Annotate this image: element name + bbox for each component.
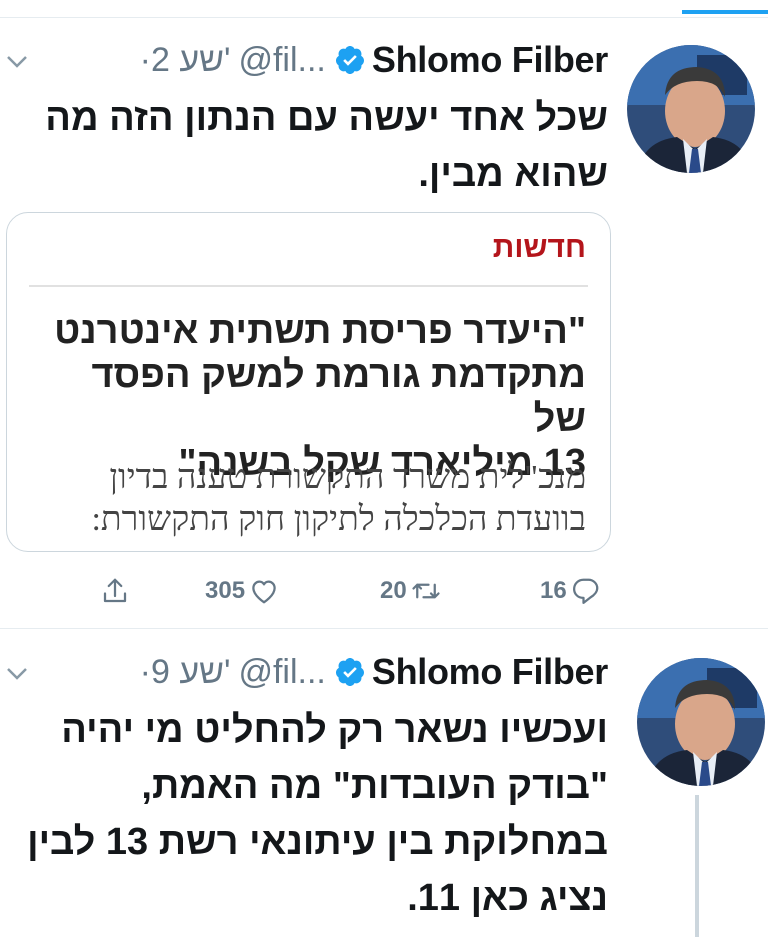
tweet-text-line: שכל אחד יעשה עם הנתון הזה מה — [45, 97, 608, 139]
card-body: מנכ"לית משרד התקשורת טענה בדיון בוועדת ה… — [31, 457, 586, 541]
tweet-time[interactable]: ·2 שע' — [140, 41, 231, 80]
tweet-text-line: נציג כאן 11. — [407, 877, 608, 919]
chevron-down-icon[interactable] — [6, 55, 28, 69]
tweet-header: ·2 שע' @fil... Shlomo Filber — [140, 39, 609, 81]
card-body-line: מנכ"לית משרד התקשורת טענה בדיון — [109, 459, 586, 496]
tweet-text-line: במחלוקת בין עיתונאי רשת 13 לבין — [27, 821, 608, 863]
card-body-line: בוועדת הכלכלה לתיקון חוק התקשורת: — [91, 501, 586, 538]
tweet-time[interactable]: ·9 שע' — [140, 653, 231, 692]
like-button[interactable]: 305 — [205, 576, 279, 606]
avatar-image — [637, 658, 765, 786]
card-source: חדשות — [492, 231, 586, 264]
share-button[interactable] — [100, 576, 130, 606]
heart-icon — [252, 580, 276, 604]
tweet-divider — [0, 628, 768, 629]
tweet-text-line: "בודק העובדות" מה האמת, — [141, 765, 608, 807]
chevron-down-icon[interactable] — [6, 667, 28, 681]
retweet-icon — [412, 583, 440, 599]
tweet-text-line: שהוא מבין. — [418, 153, 608, 195]
share-icon — [103, 578, 127, 603]
verified-badge-icon — [335, 46, 364, 74]
thread-line — [695, 795, 699, 937]
card-headline-line: "היעדר פריסת תשתית אינטרנט — [54, 310, 586, 352]
tweet-handle[interactable]: @fil... — [238, 41, 325, 80]
verified-badge-icon — [335, 658, 364, 686]
avatar[interactable] — [637, 658, 765, 786]
reply-icon — [572, 578, 599, 604]
top-divider — [0, 17, 768, 18]
reply-count: 16 — [540, 577, 567, 604]
tweet-text-line: ועכשיו נשאר רק להחליט מי יהיה — [61, 709, 608, 751]
avatar[interactable] — [627, 45, 755, 173]
link-card[interactable]: חדשות "היעדר פריסת תשתית אינטרנט מתקדמת … — [6, 212, 611, 552]
card-divider — [29, 285, 588, 287]
card-headline-line: מתקדמת גורמת למשק הפסד של — [91, 354, 586, 440]
tweet-handle[interactable]: @fil... — [238, 653, 325, 692]
tweet-author-name[interactable]: Shlomo Filber — [372, 39, 608, 81]
tweet-author-name[interactable]: Shlomo Filber — [372, 651, 608, 693]
reply-button[interactable]: 16 — [540, 576, 601, 606]
tweet-text: ועכשיו נשאר רק להחליט מי יהיה "בודק העוב… — [8, 702, 608, 926]
retweet-count: 20 — [380, 577, 407, 604]
like-count: 305 — [205, 577, 246, 604]
retweet-button[interactable]: 20 — [380, 576, 441, 606]
avatar-image — [627, 45, 755, 173]
active-tab-indicator — [682, 10, 768, 14]
tweet-text: שכל אחד יעשה עם הנתון הזה מה שהוא מבין. — [8, 90, 608, 202]
tweet-header: ·9 שע' @fil... Shlomo Filber — [140, 651, 609, 693]
